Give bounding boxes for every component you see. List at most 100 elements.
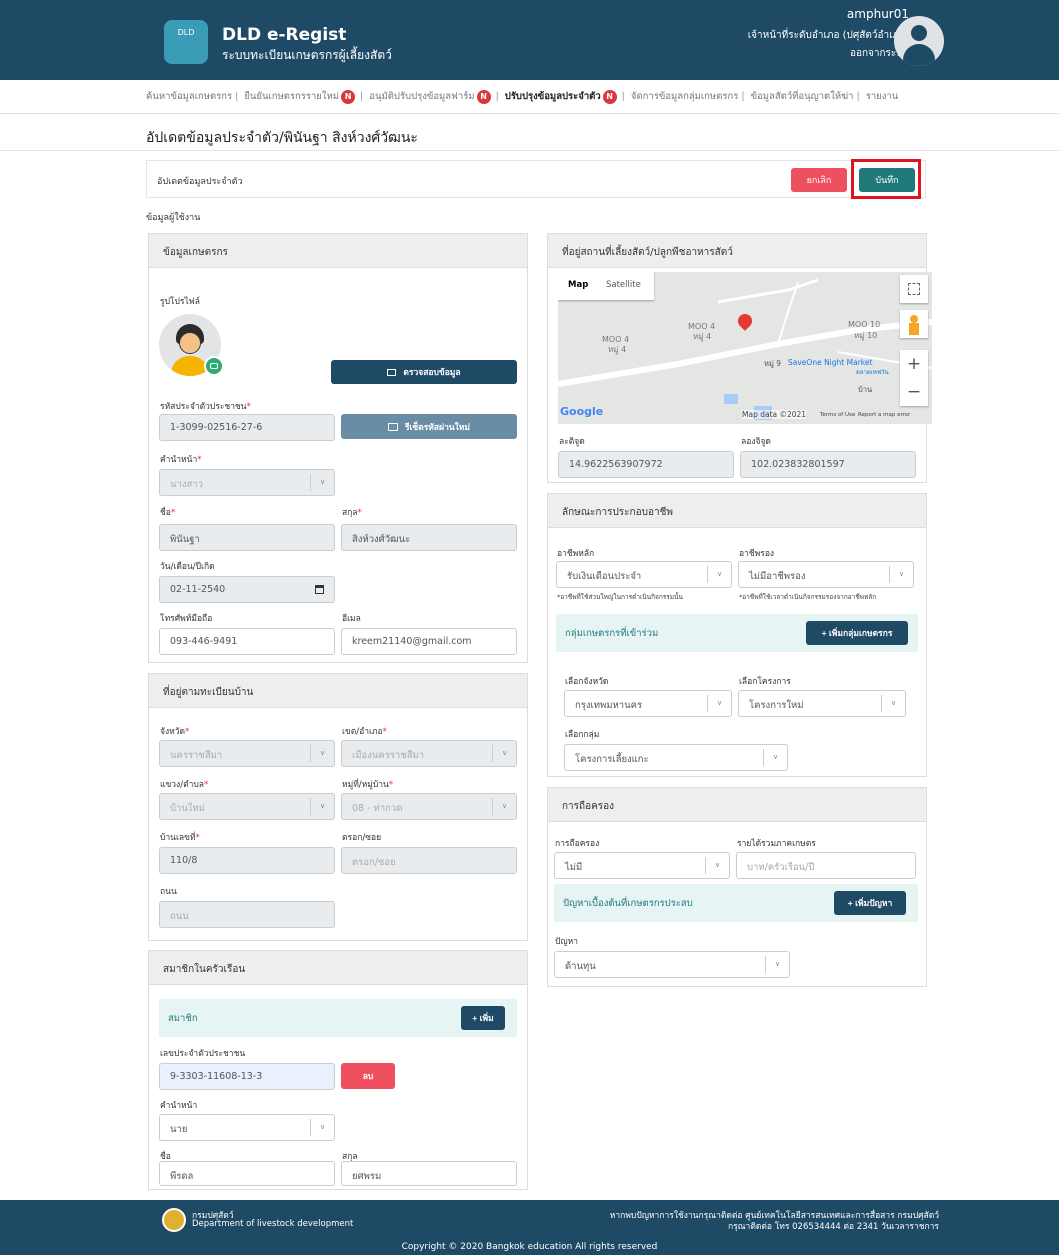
zoom-in-button[interactable]: + [900,350,928,378]
select-group-label: เลือกกลุ่ม [565,730,600,740]
map-terms-link[interactable]: Terms of Use [820,412,855,418]
side-occupation-hint: *อาชีพที่ใช้เวลาดำเนินกิจกรรมรองจากอาชีพ… [739,593,877,601]
email-label: อีเมล [342,614,361,624]
longitude-field: 102.023832801597 [740,451,916,478]
app-subtitle: ระบบทะเบียนเกษตรกรผู้เลี้ยงสัตว์ [222,48,392,62]
user-avatar-icon[interactable] [894,16,944,66]
problem-bar: ปัญหาเบื้องต้นที่เกษตรกรประสบ + เพิ่มปัญ… [554,884,918,922]
house-no-label: บ้านเลขที่* [160,833,200,843]
group-province-select[interactable]: กรุงเทพมหานคร ∨ [564,690,732,717]
add-farmer-group-button[interactable]: + เพิ่มกลุ่มเกษตรกร [806,621,908,645]
chevron-down-icon: ∨ [881,695,905,712]
latitude-field: 14.9622563907972 [558,451,734,478]
group-project-select[interactable]: โครงการใหม่ ∨ [738,690,906,717]
pegman-icon[interactable] [900,310,928,338]
add-member-button[interactable]: + เพิ่ม [461,1006,505,1030]
nav-item-farmer-groups[interactable]: จัดการข้อมูลกลุ่มเกษตรกร [631,89,738,104]
dld-logo-icon: DLD [164,20,208,64]
divider [0,150,1059,151]
village-label: หมู่ที่/หมู่บ้าน* [342,780,394,790]
holding-select[interactable]: ไม่มี ∨ [554,852,730,879]
chevron-down-icon: ∨ [763,749,787,766]
district-label: เขต/อำเภอ* [342,727,387,737]
land-holding-card: การถือครอง การถือครอง รายได้รวมภาคเกษตร … [547,787,927,987]
last-name-label: สกุล* [342,508,362,518]
alley-label: ตรอก/ซอย [342,833,382,843]
card-header: ลักษณะการประกอบอาชีพ [548,494,926,528]
nav-item-slaughter-animals[interactable]: ข้อมูลสัตว์ที่อนุญาตให้ฆ่า [751,89,854,104]
logo-text: DLD [177,28,195,37]
map-label: MOO 10 [848,320,881,329]
phone-label: โทรศัพท์มือถือ [160,614,213,624]
calendar-icon[interactable] [315,585,324,594]
cancel-button[interactable]: ยกเลิก [791,168,847,192]
nav-item-approve-farm-update[interactable]: อนุมัติปรับปรุงข้อมูลฟาร์ม [369,89,474,104]
nav-item-update-profile[interactable]: ปรับปรุงข้อมูลประจำตัว [505,89,601,104]
email-field[interactable]: kreem21140@gmail.com [341,628,517,655]
footer-copyright: Copyright © 2020 Bangkok education All r… [401,1242,658,1252]
verify-label: ตรวจสอบข้อมูล [403,367,461,377]
household-members-card: สมาชิกในครัวเรือน สมาชิก + เพิ่ม เลขประจ… [148,950,528,1190]
google-logo: Google [560,405,604,418]
save-button-highlight [851,159,921,199]
member-prefix-select[interactable]: นาย ∨ [159,1114,335,1141]
map-report-link[interactable]: Report a map error [858,412,910,418]
map-tab[interactable]: Map [568,280,588,290]
chevron-down-icon: ∨ [765,956,789,973]
user-role: เจ้าหน้าที่ระดับอำเภอ (ปศุสัตว์อำเภอ) [747,30,909,41]
farmer-group-label: กลุ่มเกษตรกรที่เข้าร่วม [565,628,659,639]
verify-data-button[interactable]: ตรวจสอบข้อมูล [331,360,517,384]
member-last-name-field[interactable]: ยศพรม [341,1161,517,1186]
fullscreen-icon[interactable] [900,275,928,303]
main-nav: ค้นหาข้อมูลเกษตรกร | ยืนยันเกษตรกรรายใหม่… [0,80,1059,114]
zoom-out-button[interactable]: − [900,378,928,406]
nav-item-reports[interactable]: รายงาน [866,89,898,104]
group-select[interactable]: โครงการเลี้ยงแกะ ∨ [564,744,788,771]
village-select: 08 - ท่ากวด ∨ [341,793,517,820]
house-no-field: 110/8 [159,847,335,874]
member-id-field[interactable]: 9-3303-11608-13-3 [159,1063,335,1090]
farmer-group-bar: กลุ่มเกษตรกรที่เข้าร่วม + เพิ่มกลุ่มเกษต… [556,614,918,652]
camera-icon[interactable] [204,356,224,376]
members-bar-label: สมาชิก [168,1013,198,1024]
card-header: ที่อยู่สถานที่เลี้ยงสัตว์/ปลูกพืชอาหารสั… [548,234,926,268]
map-attribution: Map data ©2021 [742,410,807,419]
chevron-down-icon: ∨ [705,857,729,874]
main-occupation-hint: *อาชีพที่ใช้ส่วนใหญ่ในการดำเนินกิจกรรมนั… [557,593,683,601]
phone-field[interactable]: 093-446-9491 [159,628,335,655]
id-label: รหัสประจำตัวประชาชน* [160,402,251,412]
main-occupation-label: อาชีพหลัก [557,549,595,559]
lock-icon [387,423,398,432]
reset-label: รีเซ็ตรหัสผ่านใหม่ [404,421,471,432]
main-occupation-select[interactable]: รับเงินเดือนประจำ ∨ [556,561,732,588]
longitude-label: ลองจิจูด [741,437,771,447]
side-occupation-label: อาชีพรอง [739,549,775,559]
farmer-info-card: ข้อมูลเกษตรกร รูปโปรไฟล์ ตรวจสอบข้อมูล ร… [148,233,528,663]
dld-seal-icon [162,1208,186,1232]
income-field[interactable]: บาท/ครัวเรือน/ปี [736,852,916,879]
reset-password-button[interactable]: รีเซ็ตรหัสผ่านใหม่ [341,414,517,439]
card-header: การถือครอง [548,788,926,822]
member-first-name-field[interactable]: พีรดล [159,1161,335,1186]
dob-field[interactable]: 02-11-2540 [159,576,335,603]
satellite-tab[interactable]: Satellite [606,280,641,290]
map-type-control: Map Satellite [558,272,654,300]
chevron-down-icon: ∨ [310,798,334,815]
map-label: หมู่ 4 [693,332,712,341]
problem-bar-label: ปัญหาเบื้องต้นที่เกษตรกรประสบ [563,898,693,909]
nav-item-confirm-new-farmer[interactable]: ยืนยันเกษตรกรรายใหม่ [244,89,339,104]
first-name-field: พินันฐา [159,524,335,551]
add-problem-button[interactable]: + เพิ่มปัญหา [834,891,906,915]
delete-member-button[interactable]: ลบ [341,1063,395,1089]
app-title: DLD e-Regist [222,25,347,45]
chevron-down-icon: ∨ [310,745,334,762]
nav-item-search-farmer[interactable]: ค้นหาข้อมูลเกษตรกร [146,89,232,104]
road-field: ถนน [159,901,335,928]
location-map[interactable]: Map Satellite + − MOO 4 หมู่ 4 MOO 4 หมู… [558,272,932,424]
new-badge: N [476,89,491,104]
problem-select[interactable]: ด้านทุน ∨ [554,951,790,978]
map-label: บ้าน [858,385,873,394]
user-name: amphur01 [846,7,909,21]
side-occupation-select[interactable]: ไม่มีอาชีพรอง ∨ [738,561,914,588]
footer-org-en: Department of livestock development [192,1219,354,1229]
